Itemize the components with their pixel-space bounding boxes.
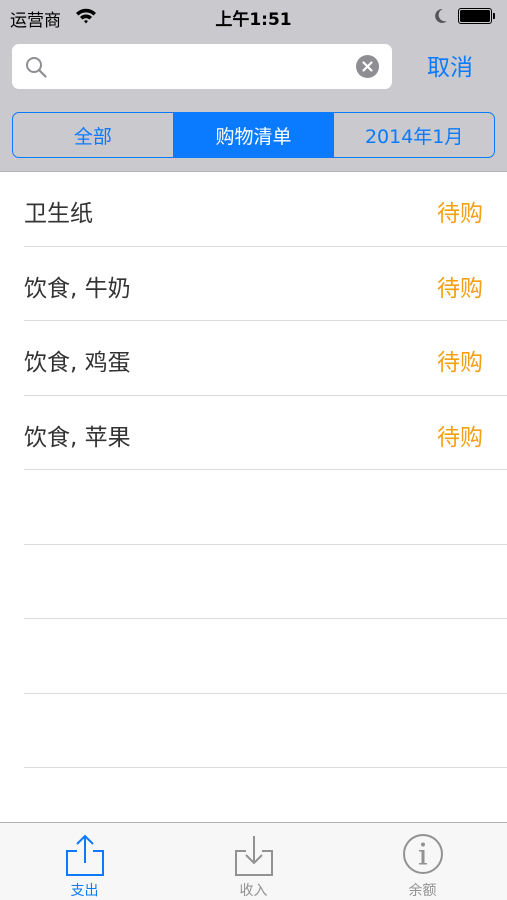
tab-bar: 支出 收入 余额	[0, 822, 507, 900]
clear-icon[interactable]	[356, 55, 379, 78]
empty-row	[24, 694, 507, 768]
tab-income[interactable]: 收入	[169, 823, 338, 900]
tab-expense[interactable]: 支出	[0, 823, 169, 900]
item-title: 饮食, 牛奶	[24, 275, 131, 302]
empty-row	[24, 619, 507, 694]
tab-balance[interactable]: 余额	[338, 823, 507, 900]
list-item[interactable]: 饮食, 鸡蛋 待购	[24, 321, 507, 396]
share-up-icon	[65, 834, 104, 876]
segment-all[interactable]: 全部	[13, 113, 173, 157]
item-status: 待购	[437, 424, 483, 451]
item-status: 待购	[437, 350, 483, 376]
moon-icon	[435, 8, 447, 23]
cancel-button[interactable]: 取消	[408, 51, 492, 85]
empty-row	[24, 470, 507, 545]
list-item[interactable]: 饮食, 苹果 待购	[24, 396, 507, 470]
segment-month[interactable]: 2014年1月	[333, 113, 494, 157]
battery-icon	[458, 8, 495, 24]
item-list: 卫生纸 待购 饮食, 牛奶 待购 饮食, 鸡蛋 待购 饮食, 苹果 待购	[0, 172, 507, 768]
tab-label: 收入	[239, 883, 268, 899]
info-circle-icon	[402, 834, 443, 874]
item-title: 饮食, 苹果	[24, 424, 131, 451]
list-item[interactable]: 卫生纸 待购	[24, 172, 507, 247]
download-tray-icon	[234, 836, 273, 876]
tab-label: 支出	[70, 883, 99, 899]
search-field[interactable]	[12, 44, 392, 89]
item-status: 待购	[437, 275, 483, 302]
segment-shopping-list[interactable]: 购物清单	[172, 113, 334, 157]
tab-label: 余额	[408, 883, 437, 899]
item-status: 待购	[437, 201, 483, 227]
segmented-control: 全部 购物清单 2014年1月	[12, 112, 495, 158]
list-item[interactable]: 饮食, 牛奶 待购	[24, 247, 507, 321]
item-title: 饮食, 鸡蛋	[24, 350, 131, 376]
status-bar: 运营商 上午1:51	[0, 0, 507, 34]
header-area: 运营商 上午1:51 取消 全部 购物清单 2014年1月	[0, 0, 507, 172]
status-time: 上午1:51	[215, 10, 292, 30]
search-icon	[26, 57, 47, 78]
empty-row	[24, 545, 507, 619]
search-input[interactable]	[58, 52, 348, 81]
item-title: 卫生纸	[24, 201, 93, 227]
